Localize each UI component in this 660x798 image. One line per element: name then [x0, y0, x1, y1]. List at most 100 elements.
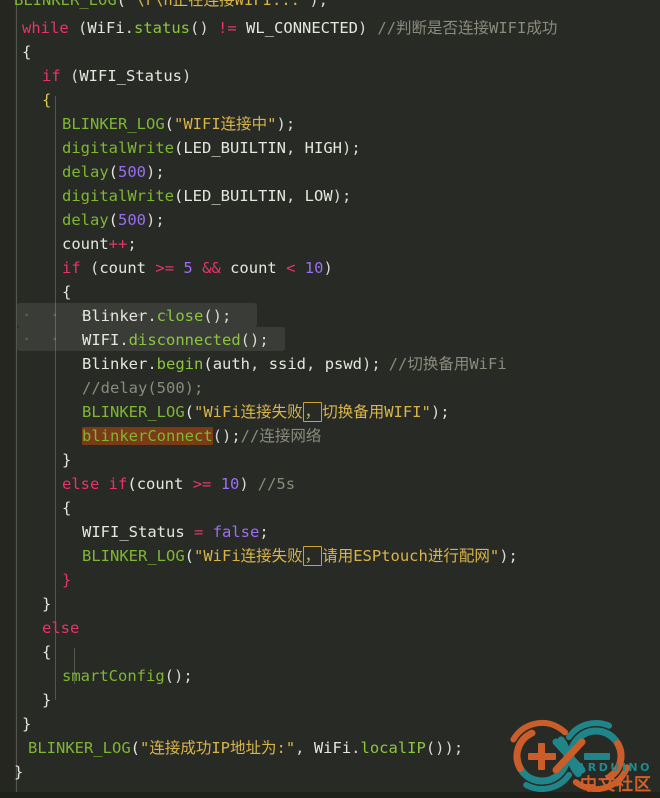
token-operator: != — [218, 19, 237, 37]
code-line[interactable]: { — [0, 640, 660, 664]
code-lines-container[interactable]: BLINKER_LOG("\r\n正在连接WIFI..."); while (W… — [0, 0, 660, 784]
code-line[interactable]: WIFI_Status = false; — [0, 520, 660, 544]
code-line[interactable]: blinkerConnect();//连接网络 — [0, 424, 660, 448]
token-punct: . — [124, 19, 135, 37]
token-brace: } — [42, 595, 52, 613]
token-punct: , — [285, 187, 305, 205]
token-identifier: count — [99, 259, 147, 277]
token-punct: , — [295, 739, 314, 757]
code-line[interactable]: { — [0, 40, 660, 64]
code-line[interactable]: if (count >= 5 && count < 10) — [0, 256, 660, 280]
token-brace: { — [62, 283, 72, 301]
token-string: WiFi连接失败 — [203, 403, 303, 421]
token-identifier: WIFI_Status — [79, 67, 182, 85]
code-line[interactable]: { — [0, 496, 660, 520]
code-line[interactable]: //delay(500); — [0, 376, 660, 400]
token-number: 5 — [183, 259, 193, 277]
token-number: 500 — [118, 163, 147, 181]
code-line[interactable]: { — [0, 280, 660, 304]
token-punct: ) — [358, 19, 368, 37]
code-line[interactable]: { — [0, 88, 660, 112]
code-line[interactable]: delay(500); — [0, 208, 660, 232]
token-function: delay — [62, 211, 109, 229]
code-line-selected[interactable]: Blinker.close(); — [0, 304, 660, 328]
token-identifier: Blinker — [82, 355, 148, 373]
token-method: disconnected — [128, 331, 241, 349]
code-line[interactable]: else — [0, 616, 660, 640]
token-comment: //连接网络 — [240, 427, 322, 445]
token-brace: } — [62, 571, 72, 589]
unicode-ambiguous-char-box: ， — [302, 546, 323, 566]
token-punct: ); — [332, 187, 352, 205]
code-line[interactable]: BLINKER_LOG("WiFi连接失败，切换备用WIFI"); — [0, 400, 660, 424]
code-line[interactable]: } — [0, 448, 660, 472]
code-line[interactable]: Blinker.begin(auth, ssid, pswd); //切换备用Wi… — [0, 352, 660, 376]
token-function: delay — [62, 163, 109, 181]
token-string-quote: " — [489, 547, 500, 565]
code-line[interactable]: count++; — [0, 232, 660, 256]
token-identifier: count — [62, 235, 109, 253]
token-punct: ; — [127, 235, 137, 253]
token-punct: ) — [182, 67, 192, 85]
token-keyword-if: if — [62, 259, 81, 277]
token-constant: HIGH — [304, 139, 342, 157]
code-line[interactable]: BLINKER_LOG("WiFi连接失败，请用ESPtouch进行配网"); — [0, 544, 660, 568]
token-identifier: count — [136, 475, 184, 493]
code-line[interactable]: } — [0, 592, 660, 616]
token-brace: } — [62, 451, 72, 469]
code-line[interactable]: } — [0, 688, 660, 712]
code-line[interactable]: else if(count >= 10) //5s — [0, 472, 660, 496]
token-punct: , — [306, 355, 325, 373]
token-brace: } — [42, 691, 52, 709]
token-punct: . — [119, 331, 129, 349]
code-line[interactable]: BLINKER_LOG("\r\n正在连接WIFI..."); — [0, 0, 660, 16]
token-function: BLINKER_LOG — [62, 115, 165, 133]
token-identifier: WIFI_Status — [82, 523, 185, 541]
token-comment: //判断是否连接WIFI成功 — [377, 19, 558, 37]
token-punct: ( — [203, 355, 213, 373]
token-keyword-if: if — [108, 475, 128, 493]
token-function: BLINKER_LOG — [82, 547, 185, 565]
token-string: WiFi连接失败 — [203, 547, 303, 565]
code-line[interactable]: } — [0, 568, 660, 592]
token-constant: LED_BUILTIN — [183, 139, 286, 157]
token-function-occurrence-highlight[interactable]: blinkerConnect — [82, 427, 213, 445]
token-identifier: auth — [212, 355, 251, 373]
token-punct: (); — [203, 307, 232, 325]
token-punct: (); — [212, 427, 241, 445]
token-punct: ( — [130, 739, 140, 757]
token-operator: >= — [192, 475, 212, 493]
token-keyword-else: else — [42, 619, 80, 637]
code-line-selected[interactable]: WIFI.disconnected(); — [0, 328, 660, 352]
code-line[interactable]: delay(500); — [0, 160, 660, 184]
code-line[interactable]: digitalWrite(LED_BUILTIN, LOW); — [0, 184, 660, 208]
token-punct: ); — [341, 139, 361, 157]
code-line[interactable]: smartConfig(); — [0, 664, 660, 688]
code-line[interactable]: if (WIFI_Status) — [0, 64, 660, 88]
token-constant: LED_BUILTIN — [183, 187, 286, 205]
code-editor-viewport[interactable]: · · · · · · · · · · · · BLINKER_LOG("\r\… — [0, 0, 660, 798]
token-comment: //5s — [257, 475, 296, 493]
token-punct: ); — [362, 355, 381, 373]
token-punct: ( — [184, 403, 194, 421]
token-constant: LOW — [304, 187, 333, 205]
token-punct: ( — [108, 211, 119, 229]
token-method: begin — [156, 355, 204, 373]
token-comment: //切换备用WiFi — [388, 355, 507, 373]
token-keyword-if: if — [42, 67, 61, 85]
code-line[interactable]: while (WiFi.status() != WL_CONNECTED) //判… — [0, 16, 660, 40]
token-function: smartConfig — [62, 667, 165, 685]
code-line[interactable]: BLINKER_LOG("WIFI连接中"); — [0, 112, 660, 136]
token-operator: ++ — [108, 235, 128, 253]
token-punct: (); — [164, 667, 193, 685]
code-line[interactable]: digitalWrite(LED_BUILTIN, HIGH); — [0, 136, 660, 160]
token-string: 请用ESPtouch进行配网 — [322, 547, 490, 565]
token-function: BLINKER_LOG — [82, 403, 185, 421]
token-identifier: pswd — [324, 355, 363, 373]
